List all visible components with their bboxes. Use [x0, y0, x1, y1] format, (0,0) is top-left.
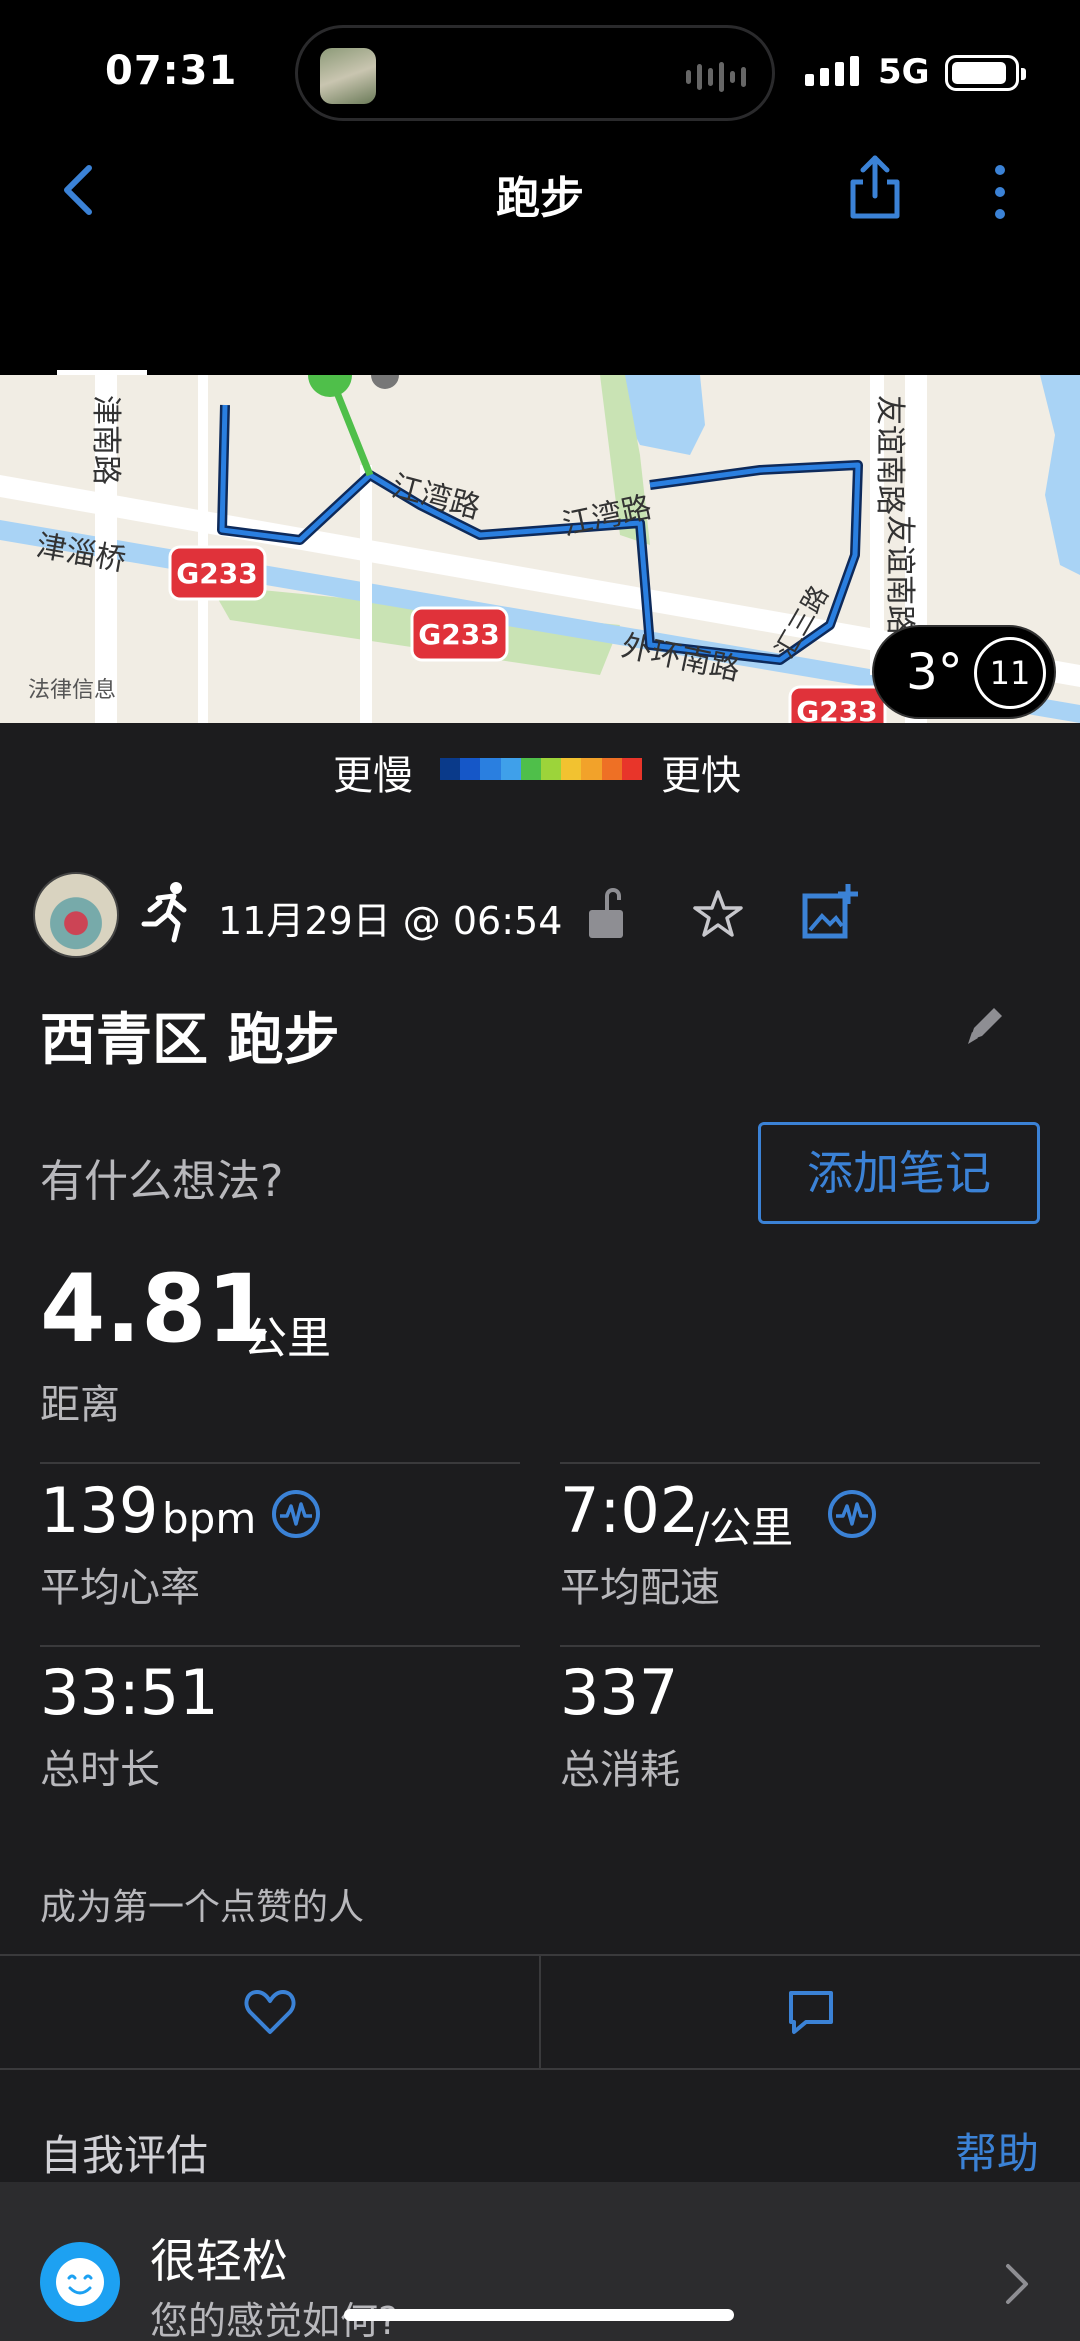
more-options-icon[interactable] — [985, 162, 1015, 222]
like-prompt: 成为第一个点赞的人 — [40, 1887, 365, 1928]
distance-label: 距离 — [40, 1382, 120, 1428]
divider — [40, 1645, 520, 1647]
activity-date: 11月29日 @ 06:54 — [218, 899, 563, 943]
temperature: 3° — [906, 643, 963, 701]
highway-shield: G233 — [796, 695, 877, 723]
pace-color-segment — [561, 758, 582, 780]
map-label-road: 津南路 — [88, 395, 123, 485]
help-link[interactable]: 帮助 — [955, 2120, 1039, 2181]
smile-icon — [40, 2242, 120, 2322]
network-type: 5G — [878, 52, 930, 92]
running-icon — [141, 882, 187, 943]
add-photo-icon[interactable] — [800, 882, 860, 942]
map-label-road: 友谊南路 — [872, 395, 907, 515]
calories-value: 337 — [560, 1656, 679, 1729]
audio-wave-icon — [686, 62, 746, 92]
nav-bar: 跑步 概述 统计 计圈 图表 装备 — [0, 140, 1080, 484]
pace-color-segment — [500, 758, 521, 780]
divider — [560, 1462, 1040, 1464]
calories-label: 总消耗 — [560, 1747, 680, 1793]
dynamic-island[interactable] — [295, 25, 775, 121]
comment-button[interactable] — [541, 1956, 1080, 2068]
map-label-road: 友谊南路 — [882, 515, 917, 635]
share-icon[interactable] — [845, 152, 905, 222]
distance-value: 4.81 — [40, 1255, 272, 1364]
comment-icon — [788, 1991, 833, 2034]
pace-value: 7:02 — [560, 1474, 700, 1547]
pace-unit: /公里 — [695, 1503, 794, 1552]
distance-unit: 公里 — [243, 1313, 331, 1364]
divider — [560, 1645, 1040, 1647]
chevron-right-icon — [1006, 2264, 1028, 2304]
pace-legend: 更慢 更快 — [0, 723, 1080, 813]
pace-slow-label: 更慢 — [333, 753, 413, 799]
pace-gradient-bar — [440, 758, 643, 780]
pace-color-segment — [520, 758, 542, 780]
edit-pencil-icon[interactable] — [960, 1000, 1010, 1050]
social-actions — [0, 1954, 1080, 2070]
note-prompt: 有什么想法? — [40, 1156, 284, 1207]
pace-color-segment — [480, 758, 501, 780]
pace-color-segment — [541, 758, 562, 780]
pace-color-segment — [601, 758, 622, 780]
heart-rate-value: 139 — [40, 1474, 159, 1547]
heart-rate-sensor-icon[interactable] — [270, 1488, 322, 1540]
heart-rate-unit: bpm — [162, 1494, 257, 1543]
weather-badge: 3° 11 — [872, 625, 1056, 719]
heart-icon — [244, 1990, 295, 2034]
divider — [40, 1462, 520, 1464]
pace-fast-label: 更快 — [661, 753, 741, 799]
pace-color-segment — [460, 758, 481, 780]
feeling-value: 很轻松 — [150, 2234, 288, 2288]
duration-label: 总时长 — [40, 1747, 160, 1793]
status-time: 07:31 — [105, 48, 238, 94]
highway-shield: G233 — [418, 618, 499, 651]
heart-rate-label: 平均心率 — [40, 1565, 200, 1611]
pace-color-segment — [581, 758, 602, 780]
signal-icon — [805, 56, 859, 86]
highway-shield: G233 — [176, 557, 257, 590]
self-evaluation-title: 自我评估 — [40, 2131, 209, 2180]
avatar[interactable] — [33, 872, 119, 958]
pace-color-segment — [440, 758, 461, 780]
status-bar: 07:31 5G — [0, 0, 1080, 140]
pace-color-segment — [621, 758, 643, 780]
page-title: 跑步 — [496, 173, 584, 224]
pace-label: 平均配速 — [560, 1565, 720, 1611]
star-icon[interactable] — [690, 886, 746, 942]
pace-sensor-icon[interactable] — [826, 1488, 878, 1540]
like-button[interactable] — [0, 1956, 539, 2068]
home-indicator[interactable] — [344, 2309, 734, 2321]
map-legal-link[interactable]: 法律信息 — [28, 672, 116, 704]
battery-icon — [945, 55, 1026, 91]
add-note-button[interactable]: 添加笔记 — [758, 1122, 1040, 1224]
tab-bar: 概述 统计 计圈 图表 装备 — [0, 280, 1080, 484]
duration-value: 33:51 — [40, 1656, 219, 1729]
activity-title: 西青区 跑步 — [40, 1008, 340, 1073]
unlock-icon[interactable] — [585, 882, 629, 942]
route-map[interactable]: 津淄桥 江湾路 江湾路 外环南路 友谊南路 友谊南路 汇三路 津南路 G233 … — [0, 375, 1080, 723]
wind-speed-icon: 11 — [974, 637, 1046, 709]
now-playing-thumbnail — [320, 48, 376, 104]
